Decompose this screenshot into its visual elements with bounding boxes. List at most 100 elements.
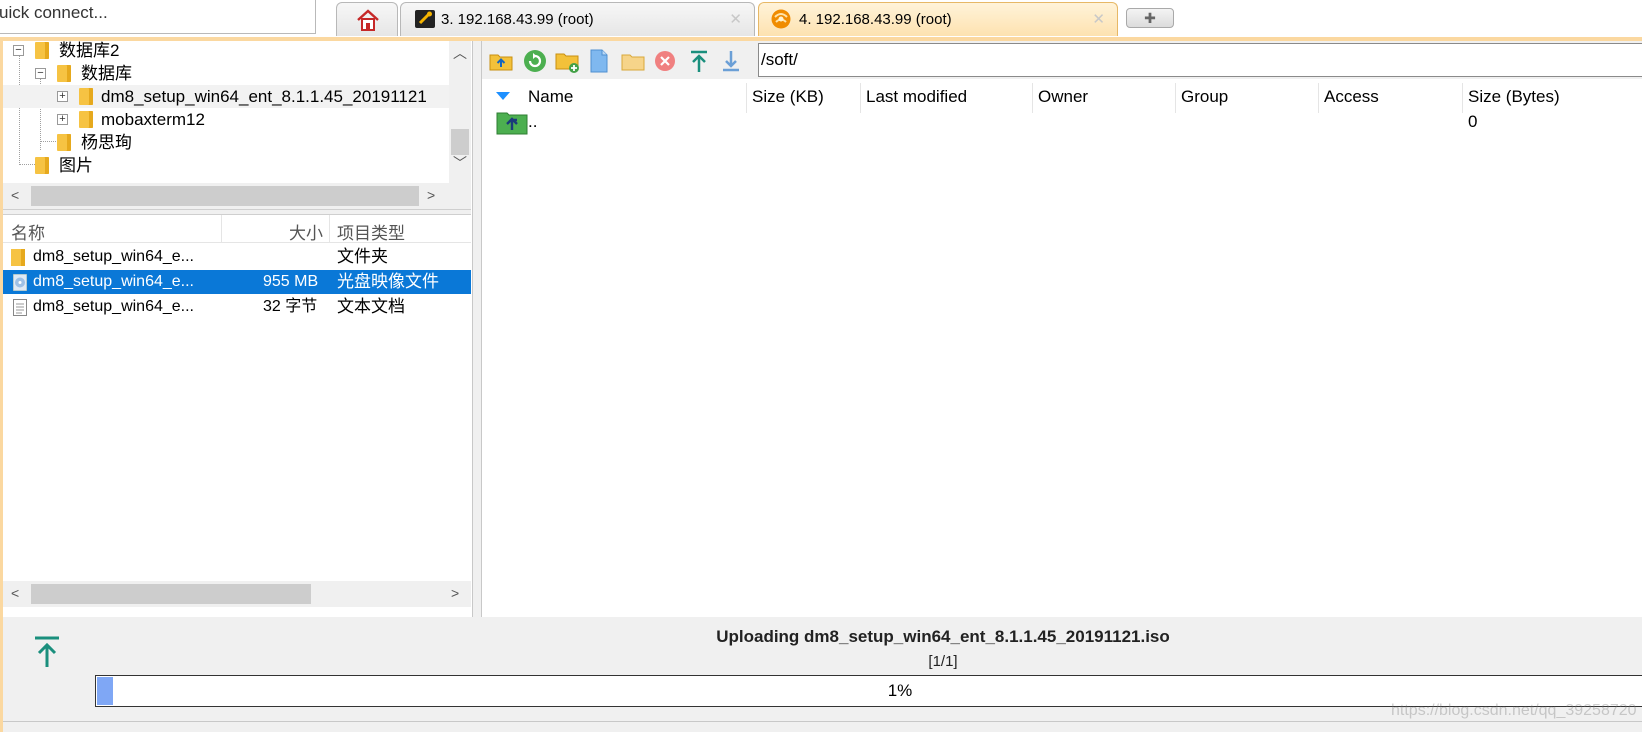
header-type[interactable]: 项目类型 xyxy=(337,219,405,244)
file-type: 光盘映像文件 xyxy=(337,272,439,291)
tree-item-label: 数据库2 xyxy=(59,41,120,60)
vertical-splitter[interactable] xyxy=(472,41,482,617)
column-last-modified[interactable]: Last modified xyxy=(866,87,967,107)
file-row[interactable]: dm8_setup_win64_e... 文件夹 xyxy=(3,245,471,269)
scroll-left-icon[interactable]: < xyxy=(11,187,19,203)
folder-icon xyxy=(79,88,93,105)
tab-session-4[interactable]: 4. 192.168.43.99 (root) ✕ xyxy=(758,2,1118,36)
parent-folder-icon xyxy=(496,112,528,135)
tree-horizontal-scrollbar[interactable]: < > xyxy=(3,183,449,209)
expand-icon[interactable]: + xyxy=(57,114,68,125)
sftp-toolbar xyxy=(482,41,1642,79)
scroll-down-icon[interactable]: ﹀ xyxy=(453,153,467,173)
file-row-selected[interactable]: dm8_setup_win64_e... 955 MB 光盘映像文件 xyxy=(3,270,471,294)
tree-vertical-scrollbar[interactable]: ︿ ﹀ xyxy=(449,41,471,209)
file-size: 955 MB xyxy=(263,273,319,290)
file-list-horizontal-scrollbar[interactable]: < > xyxy=(3,581,471,607)
sftp-icon xyxy=(771,9,791,29)
scroll-up-icon[interactable]: ︿ xyxy=(453,43,467,63)
scroll-left-icon[interactable]: < xyxy=(11,585,19,601)
file-name: dm8_setup_win64_e... xyxy=(33,298,194,315)
upload-icon xyxy=(35,636,59,667)
tab-bar: uick connect... 3. 192.168.43.99 (root) … xyxy=(0,0,1642,38)
tree-item-label: 图片 xyxy=(59,156,93,175)
remote-file-row[interactable]: .. 0 xyxy=(482,109,1642,139)
tree-item-person[interactable]: 杨思珣 xyxy=(3,131,443,154)
column-size-bytes[interactable]: Size (Bytes) xyxy=(1468,87,1560,107)
file-type: 文本文档 xyxy=(337,297,405,316)
tree-item-label: mobaxterm12 xyxy=(101,110,205,129)
scrollbar-thumb[interactable] xyxy=(31,584,311,604)
close-icon[interactable]: ✕ xyxy=(1092,10,1105,28)
sort-descending-icon[interactable] xyxy=(496,92,510,100)
tree-item-pictures[interactable]: 图片 xyxy=(3,154,443,177)
transfer-count: [1/1] xyxy=(928,653,958,670)
transfer-title: Uploading dm8_setup_win64_ent_8.1.1.45_2… xyxy=(716,627,1170,646)
file-size: 32 字节 xyxy=(263,298,318,315)
remote-file-size-bytes: 0 xyxy=(1468,112,1478,131)
parent-directory-button[interactable] xyxy=(488,48,514,74)
folder-icon xyxy=(11,249,25,266)
text-file-icon xyxy=(13,299,27,316)
collapse-icon[interactable]: − xyxy=(13,45,24,56)
tree-item-label: 杨思珣 xyxy=(81,133,132,152)
tab-home[interactable] xyxy=(336,2,398,36)
delete-button[interactable] xyxy=(652,48,678,74)
tab-session-4-label: 4. 192.168.43.99 (root) xyxy=(799,11,952,28)
panel-divider xyxy=(3,721,1642,722)
scroll-right-icon[interactable]: > xyxy=(427,187,435,203)
folder-tree: − 数据库2 − 数据库 + dm8_setup_win64_ent_8.1.1… xyxy=(3,41,471,209)
header-size[interactable]: 大小 xyxy=(289,219,323,244)
expand-icon[interactable]: + xyxy=(57,91,68,102)
upload-button[interactable] xyxy=(686,48,712,74)
file-type: 文件夹 xyxy=(337,247,388,266)
folder-icon xyxy=(35,157,49,174)
quick-connect-input[interactable]: uick connect... xyxy=(0,0,316,34)
mobaxterm-window: uick connect... 3. 192.168.43.99 (root) … xyxy=(0,0,1642,732)
scrollbar-thumb[interactable] xyxy=(31,186,419,206)
local-pane: − 数据库2 − 数据库 + dm8_setup_win64_ent_8.1.1… xyxy=(0,41,472,617)
column-divider[interactable] xyxy=(329,215,330,243)
file-row[interactable]: dm8_setup_win64_e... 32 字节 文本文档 xyxy=(3,295,471,319)
folder-icon xyxy=(57,134,71,151)
column-divider[interactable] xyxy=(221,215,222,243)
add-tab-button[interactable]: ✚ xyxy=(1126,8,1174,28)
header-name[interactable]: 名称 xyxy=(11,219,45,244)
watermark: https://blog.csdn.net/qq_39258720 xyxy=(1391,702,1637,719)
new-folder-button[interactable] xyxy=(554,48,580,74)
home-icon xyxy=(357,9,379,31)
column-group[interactable]: Group xyxy=(1181,87,1228,107)
column-size-kb[interactable]: Size (KB) xyxy=(752,87,824,107)
terminal-icon xyxy=(415,10,435,28)
column-owner[interactable]: Owner xyxy=(1038,87,1088,107)
folder-icon xyxy=(79,111,93,128)
transfer-panel: Uploading dm8_setup_win64_ent_8.1.1.45_2… xyxy=(0,617,1642,732)
tree-item-label: 数据库 xyxy=(81,64,132,83)
collapse-icon[interactable]: − xyxy=(35,68,46,79)
disc-image-icon xyxy=(13,274,27,291)
column-name[interactable]: Name xyxy=(528,87,573,107)
remote-file-name: .. xyxy=(528,112,538,131)
new-file-button[interactable] xyxy=(586,48,612,74)
download-button[interactable] xyxy=(718,48,744,74)
tree-item-dm8[interactable]: + dm8_setup_win64_ent_8.1.1.45_20191121 xyxy=(3,85,449,108)
close-icon[interactable]: ✕ xyxy=(729,10,742,28)
tab-session-3-label: 3. 192.168.43.99 (root) xyxy=(441,11,594,28)
scrollbar-thumb[interactable] xyxy=(451,129,469,155)
file-list-header: 名称 大小 项目类型 xyxy=(3,215,471,243)
file-name: dm8_setup_win64_e... xyxy=(33,273,194,290)
scroll-right-icon[interactable]: > xyxy=(451,585,459,601)
refresh-button[interactable] xyxy=(522,48,548,74)
tree-item-db[interactable]: − 数据库 xyxy=(3,62,443,85)
folder-icon xyxy=(57,65,71,82)
column-access[interactable]: Access xyxy=(1324,87,1379,107)
local-file-list: 名称 大小 项目类型 dm8_setup_win64_e... 文件夹 dm8_… xyxy=(3,215,471,617)
tree-item-db2[interactable]: − 数据库2 xyxy=(3,41,443,62)
remote-path-input[interactable] xyxy=(758,43,1642,77)
remote-pane: Name Size (KB) Last modified Owner Group… xyxy=(482,41,1642,617)
tree-item-mobaxterm[interactable]: + mobaxterm12 xyxy=(3,108,443,131)
open-folder-button[interactable] xyxy=(620,48,646,74)
file-name: dm8_setup_win64_e... xyxy=(33,248,194,265)
tab-session-3[interactable]: 3. 192.168.43.99 (root) ✕ xyxy=(400,2,755,36)
folder-icon xyxy=(35,42,49,59)
